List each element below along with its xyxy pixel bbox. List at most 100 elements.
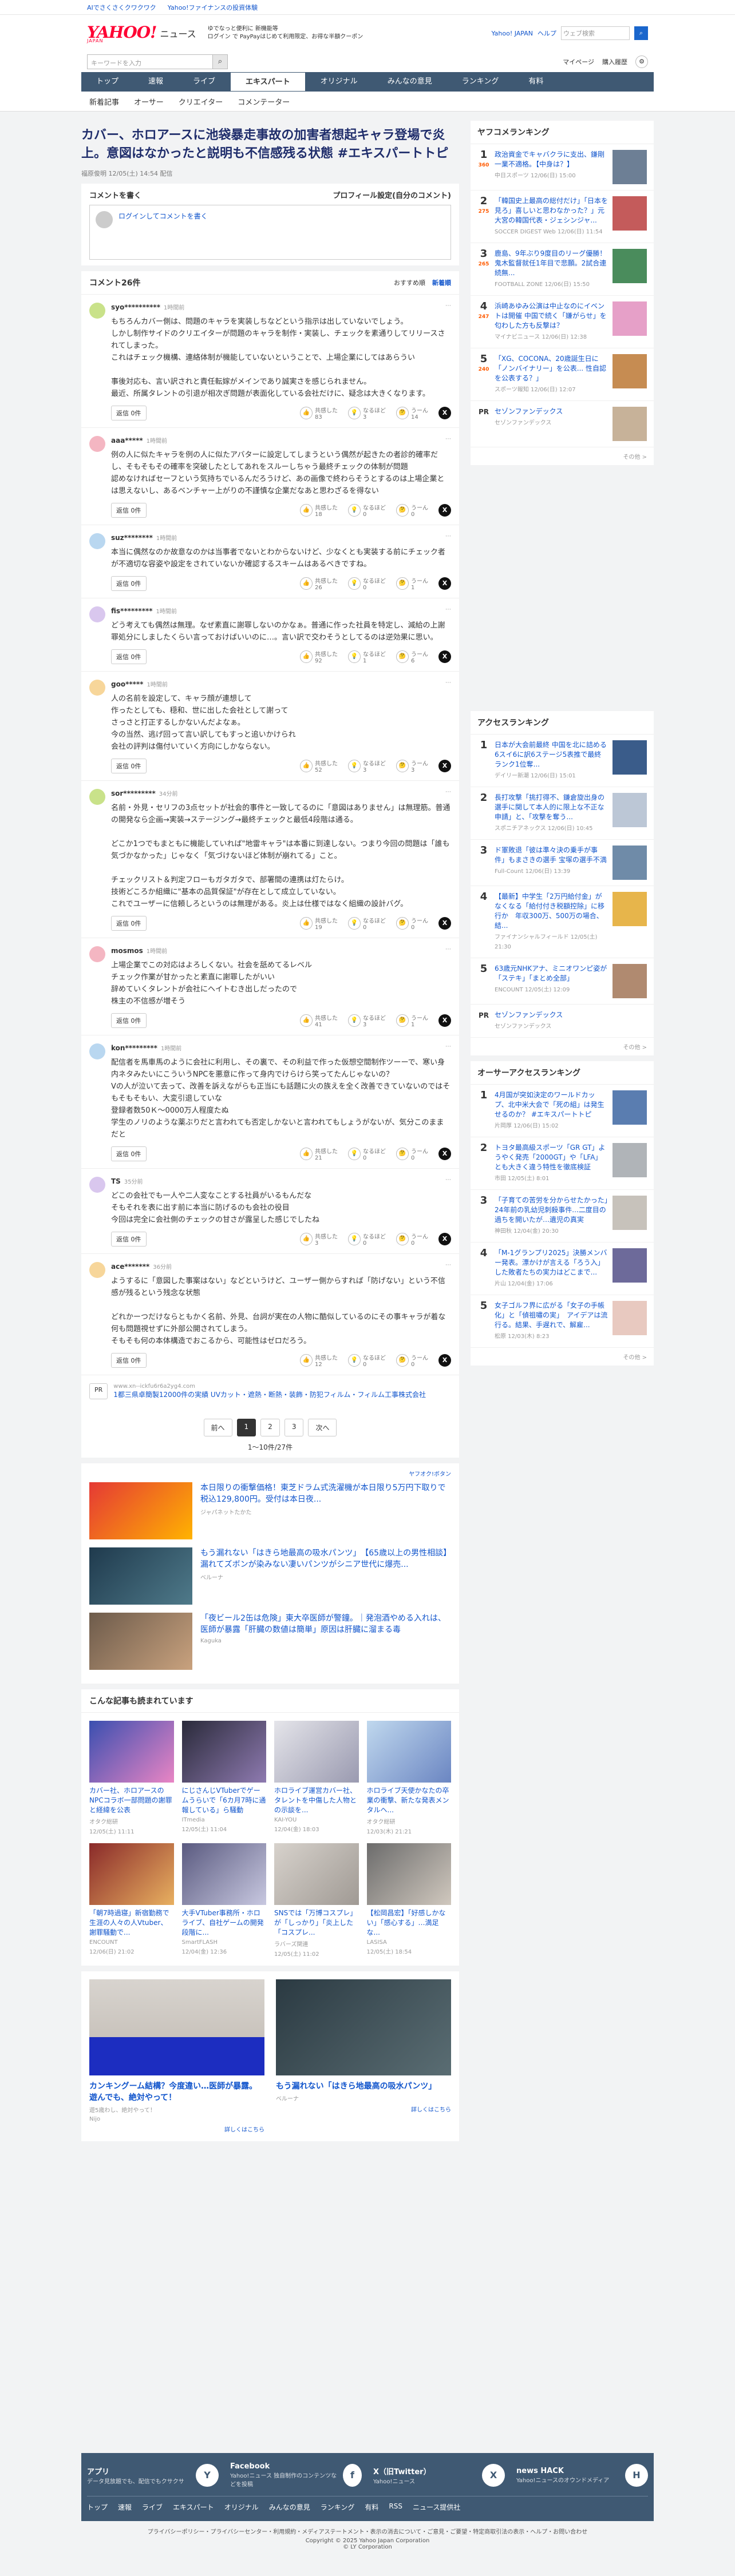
purchase-history-link[interactable]: 購入履歴 <box>602 57 627 66</box>
mypage-link[interactable]: マイページ <box>563 57 594 66</box>
web-search-input[interactable]: ウェブ検索 <box>561 26 630 40</box>
expert-item[interactable]: 4 「M-1グランプリ2025」決勝メンバー発表。漂かけが言える「ろう入」した敗者… <box>471 1243 654 1295</box>
x-share-icon[interactable]: X <box>438 917 451 930</box>
inline-ad[interactable]: PR www.xn--ickfu6r6a2yg4.com 1都三県卓簡製1200… <box>81 1375 459 1407</box>
report-link[interactable]: ⋯ <box>445 1262 451 1271</box>
reply-button[interactable]: 返信 0件 <box>111 406 147 420</box>
x-icon[interactable]: X <box>482 2463 505 2487</box>
agree-button[interactable]: 💡 なるほど 3 <box>348 406 386 420</box>
access-item[interactable]: 3 ド軍敗退「彼は準々決の乗手が事件」もまさきの選手 宝塚の選手不満 Full-Co… <box>471 840 654 886</box>
empathy-button[interactable]: 👍 共感した 19 <box>300 916 338 931</box>
hmm-button[interactable]: 🤔 うーん 3 <box>396 759 428 773</box>
footer-nav-link[interactable]: オリジナル <box>224 2502 259 2512</box>
bottom-ad[interactable]: もう漏れない「はきら地最高の吸水パンツ」 ベルーナ 詳しくはこちら <box>276 1979 451 2133</box>
expert-item[interactable]: 3 「子育ての苦労を分からせたかった」24年前の乳幼児刺殺事件...二度目の過ちを… <box>471 1190 654 1243</box>
access-item[interactable]: 4 【最新】中学生「2万円給付金」がなくなる「給付付き税額控除」に移行か 年収30… <box>471 886 654 958</box>
page-3[interactable]: 3 <box>284 1419 304 1436</box>
footer-links[interactable]: プライバシーポリシー・プライバシーセンター・利用規約・メディアステートメント・表… <box>81 2521 654 2538</box>
related-article[interactable]: ホロライブ天使かなたの卒業の衝撃、新たな発表メンタルヘ... オタク総研 12/03… <box>366 1721 451 1835</box>
footer-app[interactable]: news HACK Yahoo!ニュースのオウンドメディア H <box>516 2462 648 2488</box>
nav-live[interactable]: ライブ <box>178 72 230 92</box>
empathy-button[interactable]: 👍 共感した 26 <box>300 576 338 591</box>
reply-button[interactable]: 返信 0件 <box>111 1353 147 1368</box>
comment-user[interactable]: ace******* 36分前 <box>111 1262 172 1271</box>
nav-top[interactable]: トップ <box>81 72 133 92</box>
footer-nav-link[interactable]: ランキング <box>321 2502 355 2512</box>
report-link[interactable]: ⋯ <box>445 789 451 797</box>
expert-item[interactable]: 1 4月国が突如決定のワールドカップ、北中米大会で「死の組」は発生せるのか？ #エ… <box>471 1085 654 1137</box>
nav-expert[interactable]: エキスパート <box>230 72 306 92</box>
report-link[interactable]: ⋯ <box>445 436 451 444</box>
ranking-item[interactable]: 1 360 政治資金でキャバクラに支出、鎌剛一業不適格。【中身は？】 中日スポーツ 1… <box>471 144 654 190</box>
footer-nav-link[interactable]: RSS <box>389 2502 402 2512</box>
app-icon[interactable]: Y <box>196 2463 219 2487</box>
subnav-author[interactable]: オーサー <box>134 96 164 107</box>
agree-button[interactable]: 💡 なるほど 3 <box>348 1013 386 1028</box>
x-share-icon[interactable]: X <box>438 1148 451 1160</box>
help-link[interactable]: ヘルプ <box>538 29 556 38</box>
report-link[interactable]: ⋯ <box>445 303 451 311</box>
reply-button[interactable]: 返信 0件 <box>111 759 147 773</box>
gear-icon[interactable]: ⚙ <box>635 55 648 68</box>
comment-user[interactable]: fis********* 1時間前 <box>111 606 177 615</box>
reply-button[interactable]: 返信 0件 <box>111 1146 147 1161</box>
agree-button[interactable]: 💡 なるほど 0 <box>348 916 386 931</box>
footer-nav-link[interactable]: みんなの意見 <box>269 2502 310 2512</box>
expert-item[interactable]: 2 トヨタ最高級スポーツ「GR GT」ようやく発売「2000GT」や「LFA」とも… <box>471 1137 654 1190</box>
x-share-icon[interactable]: X <box>438 504 451 517</box>
ranking-item[interactable]: 3 265 鹿島、9年ぶり9度目のリーグ優勝！ 鬼木監督就任1年目で悲願。2試合連続… <box>471 243 654 296</box>
reply-button[interactable]: 返信 0件 <box>111 503 147 518</box>
report-link[interactable]: ⋯ <box>445 533 451 542</box>
subnav-commentator[interactable]: コメンテーター <box>238 96 290 107</box>
ranking-item[interactable]: 4 247 浜崎あゆみ公演は中止なのにイベントは開催 中国で続く「嫌がらせ」を匂わし… <box>471 296 654 348</box>
promo-link-finance[interactable]: Yahoo!ファイナンスの投資体験 <box>168 3 258 12</box>
agree-button[interactable]: 💡 なるほど 0 <box>348 576 386 591</box>
ad-provider-label[interactable]: ヤフオク!ボタン <box>89 1469 451 1478</box>
agree-button[interactable]: 💡 なるほど 3 <box>348 759 386 773</box>
reply-button[interactable]: 返信 0件 <box>111 1232 147 1247</box>
more-link[interactable]: その他 > <box>471 447 654 465</box>
prev-button[interactable]: 前へ <box>203 1419 232 1436</box>
sort-newest[interactable]: 新着順 <box>432 278 451 287</box>
newshack-icon[interactable]: H <box>625 2463 648 2487</box>
hmm-button[interactable]: 🤔 うーん 1 <box>396 576 428 591</box>
comment-user[interactable]: goo***** 1時間前 <box>111 680 168 688</box>
empathy-button[interactable]: 👍 共感した 12 <box>300 1353 338 1368</box>
access-item[interactable]: 1 日本が大会前最終 中国を北に詰める6スイ6に訳6ステージ5表推で最終ランク1位… <box>471 735 654 787</box>
footer-app[interactable]: X（旧Twitter） Yahoo!ニュース X <box>373 2462 505 2488</box>
report-link[interactable]: ⋯ <box>445 946 451 955</box>
empathy-button[interactable]: 👍 共感した 41 <box>300 1013 338 1028</box>
empathy-button[interactable]: 👍 共感した 92 <box>300 649 338 664</box>
reply-button[interactable]: 返信 0件 <box>111 649 147 664</box>
facebook-icon[interactable]: f <box>342 2463 362 2487</box>
x-share-icon[interactable]: X <box>438 1354 451 1367</box>
nav-original[interactable]: オリジナル <box>306 72 373 92</box>
footer-nav-link[interactable]: トップ <box>87 2502 108 2512</box>
comment-user[interactable]: suz******** 1時間前 <box>111 533 177 542</box>
footer-nav-link[interactable]: エキスパート <box>173 2502 214 2512</box>
nav-opinion[interactable]: みんなの意見 <box>373 72 447 92</box>
ranking-item[interactable]: 5 240 「XG、COCONA、20歳誕生日に「ノンバイナリー」を公表... 性自… <box>471 348 654 401</box>
related-article[interactable]: 「朝7時過寝」新宿勤務で生涯の人々の人Vtuber、謝罪騒動で... ENCOUN… <box>89 1843 174 1958</box>
ranking-pr[interactable]: PR セゾンファンデックス セゾンファンデックス <box>471 401 654 447</box>
hmm-button[interactable]: 🤔 うーん 0 <box>396 1353 428 1368</box>
hmm-button[interactable]: 🤔 うーん 6 <box>396 649 428 664</box>
more-link[interactable]: その他 > <box>471 1038 654 1055</box>
footer-nav-link[interactable]: ライブ <box>142 2502 163 2512</box>
agree-button[interactable]: 💡 なるほど 0 <box>348 1353 386 1368</box>
hmm-button[interactable]: 🤔 うーん 0 <box>396 1146 428 1161</box>
promo-link-ai[interactable]: AIでさくさくクワクワク <box>87 3 156 12</box>
page-2[interactable]: 2 <box>260 1419 280 1436</box>
related-article[interactable]: カバー社、ホロアースのNPCコラボ一部問題の謝罪と経緯を公表 オタク総研 12/05… <box>89 1721 174 1835</box>
ad-item[interactable]: もう漏れない「はきら地最高の吸水パンツ」 【65歳以上の男性相談】漏れてズボンが… <box>89 1547 451 1605</box>
next-button[interactable]: 次へ <box>308 1419 337 1436</box>
reply-button[interactable]: 返信 0件 <box>111 916 147 931</box>
footer-app[interactable]: Facebook Yahoo!ニュース 独自制作のコンテンツなどを投稿 f <box>230 2462 362 2488</box>
comment-user[interactable]: kon********* 1時間前 <box>111 1043 181 1052</box>
web-search-button[interactable]: ⌕ <box>634 26 648 40</box>
x-share-icon[interactable]: X <box>438 760 451 772</box>
comment-user[interactable]: syo********** 1時間前 <box>111 303 184 311</box>
comment-input[interactable]: ログインしてコメントを書く <box>89 205 451 260</box>
comment-user[interactable]: aaa***** 1時間前 <box>111 436 167 444</box>
nav-ranking[interactable]: ランキング <box>447 72 514 92</box>
